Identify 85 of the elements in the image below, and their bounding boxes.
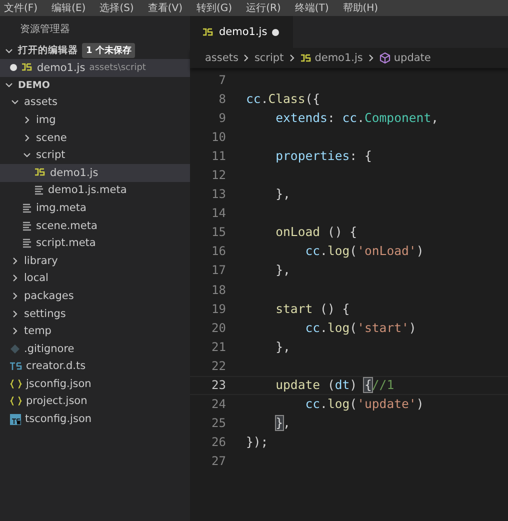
- unsaved-count: 1 个未保存: [82, 43, 136, 58]
- file-item[interactable]: scene.meta: [0, 216, 190, 234]
- menu-item[interactable]: 转到(G): [196, 1, 232, 15]
- braces-icon: [10, 396, 22, 406]
- folder-item[interactable]: library: [0, 252, 190, 270]
- code-line: },: [274, 340, 290, 354]
- line-number: 26: [210, 435, 226, 450]
- line-number: 22: [210, 358, 226, 373]
- file-item[interactable]: jsconfig.json: [0, 375, 190, 393]
- code-line: },: [274, 187, 290, 202]
- sidebar-title: 资源管理器: [20, 23, 70, 36]
- breadcrumb-item[interactable]: assets: [205, 52, 238, 64]
- file-item[interactable]: .gitignore: [0, 340, 190, 358]
- code-line: start () {: [274, 302, 350, 316]
- ts-config-icon: [10, 414, 21, 425]
- folder-item[interactable]: script: [0, 146, 190, 164]
- line-number: 7: [218, 72, 226, 87]
- line-number: 13: [210, 187, 226, 202]
- lines-file-icon: [22, 238, 32, 248]
- menu-item[interactable]: 终端(T): [294, 1, 329, 15]
- folder-item[interactable]: scene: [0, 128, 190, 146]
- line-number: 8: [218, 92, 226, 106]
- line-number: 9: [218, 110, 226, 125]
- cube-icon: [378, 52, 391, 64]
- folder-item[interactable]: temp: [0, 322, 190, 340]
- code-line: cc.log('update'): [304, 397, 424, 412]
- menu-item[interactable]: 选择(S): [100, 1, 134, 15]
- code-line: cc.log('onLoad'): [304, 244, 424, 258]
- line-number: 10: [210, 130, 226, 144]
- menu-item[interactable]: 查看(V): [148, 1, 182, 15]
- line-number: 25: [210, 416, 226, 430]
- file-item[interactable]: tsconfig.json: [0, 410, 190, 428]
- file-item[interactable]: project.json: [0, 392, 190, 410]
- line-number: 15: [210, 225, 226, 240]
- file-item[interactable]: creator.d.ts: [0, 358, 190, 376]
- diamond-icon: [10, 344, 20, 354]
- folder-item[interactable]: img: [0, 111, 190, 129]
- section-header[interactable]: 打开的编辑器: [18, 44, 78, 57]
- code-line: properties: {: [274, 148, 372, 163]
- section-header[interactable]: DEMO: [18, 80, 50, 91]
- js-file-icon: [300, 54, 312, 62]
- open-editor-item[interactable]: demo1.js assets\script: [0, 59, 190, 77]
- breadcrumb-item[interactable]: script: [254, 52, 284, 64]
- breadcrumb-item[interactable]: demo1.js: [314, 52, 363, 64]
- folder-item[interactable]: settings: [0, 304, 190, 322]
- code-line: extends: cc.Component,: [274, 110, 439, 125]
- js-file-icon: [34, 168, 46, 178]
- line-number: 14: [210, 206, 226, 220]
- code-line: },: [274, 416, 290, 430]
- lines-file-icon: [34, 185, 44, 196]
- ts-file-icon: [10, 362, 22, 371]
- code-line: cc.log('start'): [304, 320, 416, 335]
- folder-item[interactable]: assets: [0, 94, 190, 112]
- file-item[interactable]: img.meta: [0, 199, 190, 217]
- menu-item[interactable]: 编辑(E): [52, 1, 86, 15]
- file-item[interactable]: script.meta: [0, 234, 190, 252]
- file-item[interactable]: demo1.js: [0, 164, 190, 182]
- editor-tab[interactable]: demo1.js: [190, 16, 294, 48]
- breadcrumb-item[interactable]: update: [394, 52, 431, 64]
- line-number: 18: [210, 282, 226, 297]
- line-number: 21: [210, 340, 226, 354]
- js-file-icon: [21, 63, 33, 72]
- line-number: 20: [210, 320, 226, 335]
- code-line: cc.Class({: [246, 92, 320, 106]
- menu-item[interactable]: 运行(R): [246, 1, 281, 15]
- braces-icon: [10, 378, 22, 389]
- folder-item[interactable]: packages: [0, 287, 190, 305]
- line-number: 24: [210, 397, 226, 412]
- code-line: },: [274, 263, 290, 278]
- line-number: 27: [210, 454, 226, 468]
- line-number: 17: [210, 263, 226, 278]
- line-number: 19: [210, 302, 226, 316]
- code-line: });: [246, 435, 268, 450]
- line-number: 11: [210, 148, 226, 163]
- lines-file-icon: [22, 220, 32, 231]
- lines-file-icon: [22, 202, 32, 213]
- menu-item[interactable]: 帮助(H): [342, 1, 378, 15]
- code-line: onLoad () {: [274, 225, 358, 240]
- line-number: 12: [210, 168, 226, 182]
- line-number: 23: [210, 378, 226, 392]
- file-item[interactable]: demo1.js.meta: [0, 182, 190, 200]
- line-number: 16: [210, 244, 226, 258]
- js-file-icon: [202, 28, 214, 36]
- folder-item[interactable]: local: [0, 270, 190, 288]
- menu-item[interactable]: 文件(F): [4, 1, 38, 15]
